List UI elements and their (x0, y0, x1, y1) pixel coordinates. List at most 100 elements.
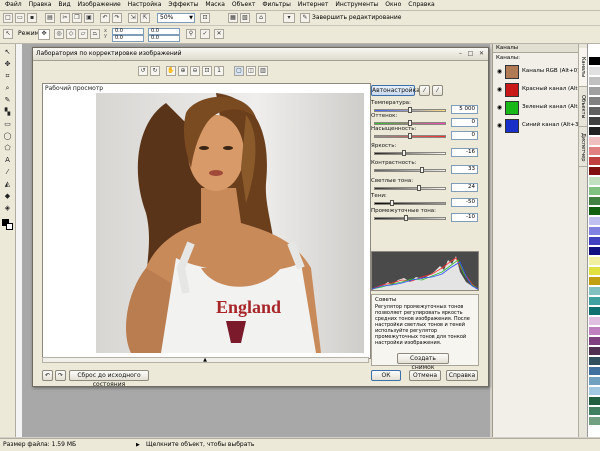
color-swatch[interactable] (589, 47, 600, 55)
value-input[interactable]: 0 (451, 118, 478, 127)
eye-icon[interactable]: ◉ (496, 104, 503, 111)
value-input[interactable]: 0 (451, 131, 478, 140)
rotate-left-icon[interactable]: ↺ (138, 66, 148, 76)
value-input[interactable]: -10 (451, 213, 478, 222)
menu-item[interactable]: Справка (405, 0, 438, 10)
text-tool-icon[interactable]: A (3, 156, 12, 165)
redo-icon[interactable]: ↷ (112, 13, 122, 23)
eyedropper-tool-icon[interactable]: ⁄ (3, 168, 12, 177)
color-swatch[interactable] (589, 247, 600, 255)
y-position-input[interactable]: 0.0 (112, 35, 144, 42)
undo-icon[interactable]: ↶ (100, 13, 110, 23)
value-input[interactable]: -16 (451, 148, 478, 157)
color-swatch[interactable] (589, 417, 600, 425)
print-icon[interactable]: ▤ (45, 13, 55, 23)
color-swatch[interactable] (589, 137, 600, 145)
finish-editing-icon[interactable]: ✎ (300, 13, 310, 23)
welcome-icon[interactable]: ⌂ (256, 13, 266, 23)
color-swatch[interactable] (589, 157, 600, 165)
zoom-out-icon[interactable]: ⊖ (190, 66, 200, 76)
mode-rotate-icon[interactable]: ◎ (54, 29, 64, 39)
clear-icon[interactable]: ✕ (214, 29, 224, 39)
rectangle-tool-icon[interactable]: ▭ (3, 120, 12, 129)
apply-icon[interactable]: ✓ (200, 29, 210, 39)
smart-fill-icon[interactable]: ▚ (3, 108, 12, 117)
menu-item[interactable]: Объект (229, 0, 259, 10)
docker-tab[interactable]: Объекты (579, 88, 587, 127)
menu-item[interactable]: Окно (382, 0, 405, 10)
slider-track[interactable] (374, 202, 446, 205)
menu-item[interactable]: Настройка (125, 0, 166, 10)
preview-photo[interactable]: England (96, 93, 364, 353)
pick-icon[interactable]: ↖ (3, 29, 13, 39)
mode-skew-icon[interactable]: ◇ (66, 29, 76, 39)
color-swatch[interactable] (589, 227, 600, 235)
channel-row[interactable]: ◉ Зеленый канал (Alt+2) (496, 100, 588, 117)
color-swatch[interactable] (589, 297, 600, 305)
color-swatch[interactable] (589, 307, 600, 315)
copy-icon[interactable]: ❐ (72, 13, 82, 23)
slider-track[interactable] (374, 187, 446, 190)
channel-row[interactable]: ◉ Синий канал (Alt+3) (496, 118, 581, 135)
color-swatch[interactable] (589, 177, 600, 185)
side-by-side-icon[interactable]: ▥ (258, 66, 268, 76)
preview-scrollbar[interactable]: ▲ (42, 357, 369, 363)
color-swatch[interactable] (589, 397, 600, 405)
color-swatch[interactable] (589, 127, 600, 135)
cut-icon[interactable]: ✂ (60, 13, 70, 23)
menu-item[interactable]: Правка (26, 0, 56, 10)
color-swatch[interactable] (589, 67, 600, 75)
eye-icon[interactable]: ◉ (496, 122, 503, 129)
single-view-icon[interactable]: ▢ (234, 66, 244, 76)
pan-icon[interactable]: ✋ (166, 66, 176, 76)
black-point-eyedropper-icon[interactable]: ⁄ (432, 85, 443, 96)
height-input[interactable]: 0.0 (148, 35, 180, 42)
import-icon[interactable]: ⇲ (128, 13, 138, 23)
color-swatch[interactable] (589, 207, 600, 215)
ellipse-tool-icon[interactable]: ◯ (3, 132, 12, 141)
color-swatch[interactable] (589, 277, 600, 285)
freehand-tool-icon[interactable]: ✎ (3, 96, 12, 105)
color-swatch[interactable] (589, 267, 600, 275)
fill-color-swatch[interactable] (6, 223, 13, 230)
slider-track[interactable] (374, 152, 446, 155)
menu-item[interactable]: Фильтры (259, 0, 294, 10)
interactive-fill-icon[interactable]: ◈ (3, 204, 12, 213)
menu-item[interactable]: Вид (55, 0, 74, 10)
menu-item[interactable]: Инструменты (332, 0, 382, 10)
mode-distort-icon[interactable]: ▱ (78, 29, 88, 39)
zoom-select[interactable]: 50% ▼ (157, 13, 195, 23)
color-swatch[interactable] (589, 117, 600, 125)
undo-icon[interactable]: ↶ (42, 370, 53, 381)
auto-adjust-button[interactable]: Автонастройка (371, 85, 420, 96)
zoom-fit-window-icon[interactable]: ⊡ (202, 66, 212, 76)
cancel-button[interactable]: Отмена (409, 370, 441, 381)
view-wireframe-icon[interactable]: ▧ (240, 13, 250, 23)
eye-icon[interactable]: ◉ (496, 86, 503, 93)
new-file-icon[interactable]: □ (3, 13, 13, 23)
actual-size-icon[interactable]: 1 (214, 66, 224, 76)
color-swatch[interactable] (589, 377, 600, 385)
mode-normal-icon[interactable]: ✥ (38, 29, 50, 40)
color-swatch[interactable] (589, 197, 600, 205)
scroll-grip-icon[interactable]: ▲ (201, 358, 209, 363)
close-icon[interactable]: ✕ (477, 50, 486, 58)
color-swatch[interactable] (589, 147, 600, 155)
color-swatch[interactable] (589, 287, 600, 295)
docker-tab[interactable]: Диспетчер (579, 128, 587, 167)
help-button[interactable]: Справка (446, 370, 478, 381)
color-swatch[interactable] (589, 337, 600, 345)
channel-row[interactable]: ◉ Красный канал (Alt+1) (496, 82, 588, 99)
outline-tool-icon[interactable]: ◭ (3, 180, 12, 189)
reset-button[interactable]: Сброс до исходного состояния (69, 370, 149, 388)
menu-item[interactable]: Интернет (295, 0, 333, 10)
menu-item[interactable]: Файл (0, 0, 26, 10)
zoom-in-icon[interactable]: ⊕ (178, 66, 188, 76)
color-swatch[interactable] (589, 387, 600, 395)
slider-thumb[interactable] (416, 185, 421, 191)
crop-tool-icon[interactable]: ⌗ (3, 72, 12, 81)
view-full-icon[interactable]: ▦ (228, 13, 238, 23)
white-point-eyedropper-icon[interactable]: ⁄ (419, 85, 430, 96)
color-swatch[interactable] (589, 57, 600, 65)
fill-tool-icon[interactable]: ◆ (3, 192, 12, 201)
